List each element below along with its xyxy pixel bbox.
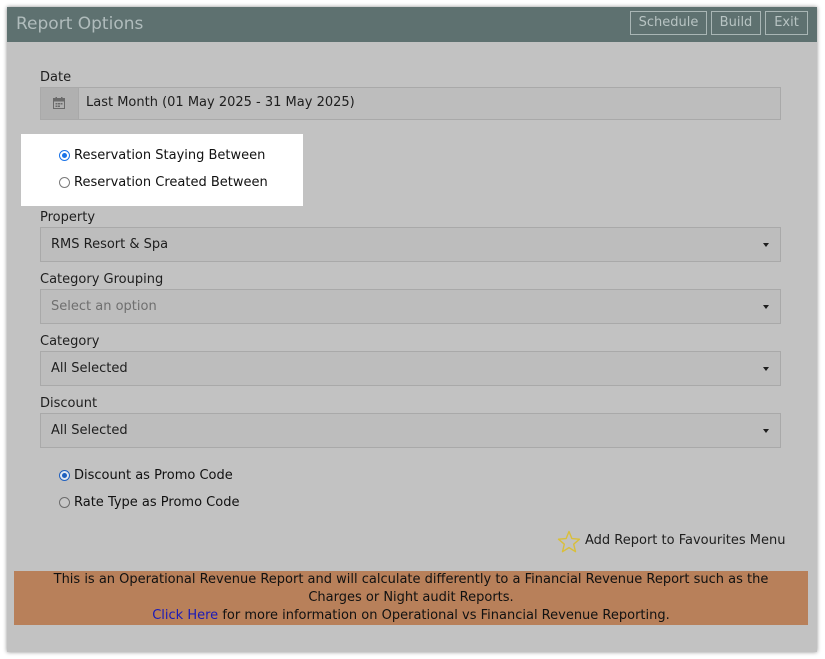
category-grouping-placeholder: Select an option: [51, 299, 157, 314]
notice-line-2: Charges or Night audit Reports.: [308, 590, 514, 605]
caret-down-icon: [763, 305, 769, 309]
calendar-icon: [53, 97, 65, 109]
reservation-mode-group: Reservation Staying Between Reservation …: [21, 134, 303, 206]
date-icon-box[interactable]: [41, 88, 79, 119]
category-select[interactable]: All Selected: [40, 351, 781, 386]
caret-down-icon: [763, 367, 769, 371]
click-here-link[interactable]: Click Here: [152, 608, 218, 623]
add-to-favourites-label: Add Report to Favourites Menu: [585, 533, 786, 548]
discount-label: Discount: [40, 396, 98, 411]
caret-down-icon: [763, 429, 769, 433]
radio-button[interactable]: [59, 497, 70, 508]
category-grouping-select[interactable]: Select an option: [40, 289, 781, 324]
radio-label: Discount as Promo Code: [74, 468, 233, 483]
date-range-value: Last Month (01 May 2025 - 31 May 2025): [86, 95, 355, 110]
discount-select[interactable]: All Selected: [40, 413, 781, 448]
radio-button-selected[interactable]: [59, 150, 70, 161]
window-title: Report Options: [16, 14, 144, 34]
report-options-window: Report Options Schedule Build Exit Date …: [7, 7, 817, 652]
notice-line-3-text: for more information on Operational vs F…: [218, 608, 670, 623]
property-label: Property: [40, 210, 96, 225]
date-range-field[interactable]: Last Month (01 May 2025 - 31 May 2025): [40, 87, 781, 120]
radio-label: Reservation Staying Between: [74, 148, 266, 163]
date-label: Date: [40, 70, 72, 85]
category-label: Category: [40, 334, 100, 349]
build-button[interactable]: Build: [711, 11, 761, 35]
radio-button[interactable]: [59, 177, 70, 188]
category-grouping-label: Category Grouping: [40, 272, 164, 287]
schedule-button[interactable]: Schedule: [630, 11, 707, 35]
notice-line-3: Click Here for more information on Opera…: [14, 607, 808, 625]
radio-label: Reservation Created Between: [74, 175, 268, 190]
discount-value: All Selected: [51, 423, 128, 438]
radio-label: Rate Type as Promo Code: [74, 495, 240, 510]
category-value: All Selected: [51, 361, 128, 376]
star-outline-icon[interactable]: [557, 530, 581, 554]
exit-button[interactable]: Exit: [765, 11, 808, 35]
property-select[interactable]: RMS Resort & Spa: [40, 227, 781, 262]
notice-line-1: This is an Operational Revenue Report an…: [53, 572, 769, 587]
property-value: RMS Resort & Spa: [51, 237, 169, 252]
operational-revenue-notice: This is an Operational Revenue Report an…: [14, 571, 808, 625]
title-bar: Report Options Schedule Build Exit: [7, 7, 817, 42]
add-to-favourites[interactable]: Add Report to Favourites Menu: [557, 530, 786, 554]
caret-down-icon: [763, 243, 769, 247]
radio-button-selected[interactable]: [59, 470, 70, 481]
